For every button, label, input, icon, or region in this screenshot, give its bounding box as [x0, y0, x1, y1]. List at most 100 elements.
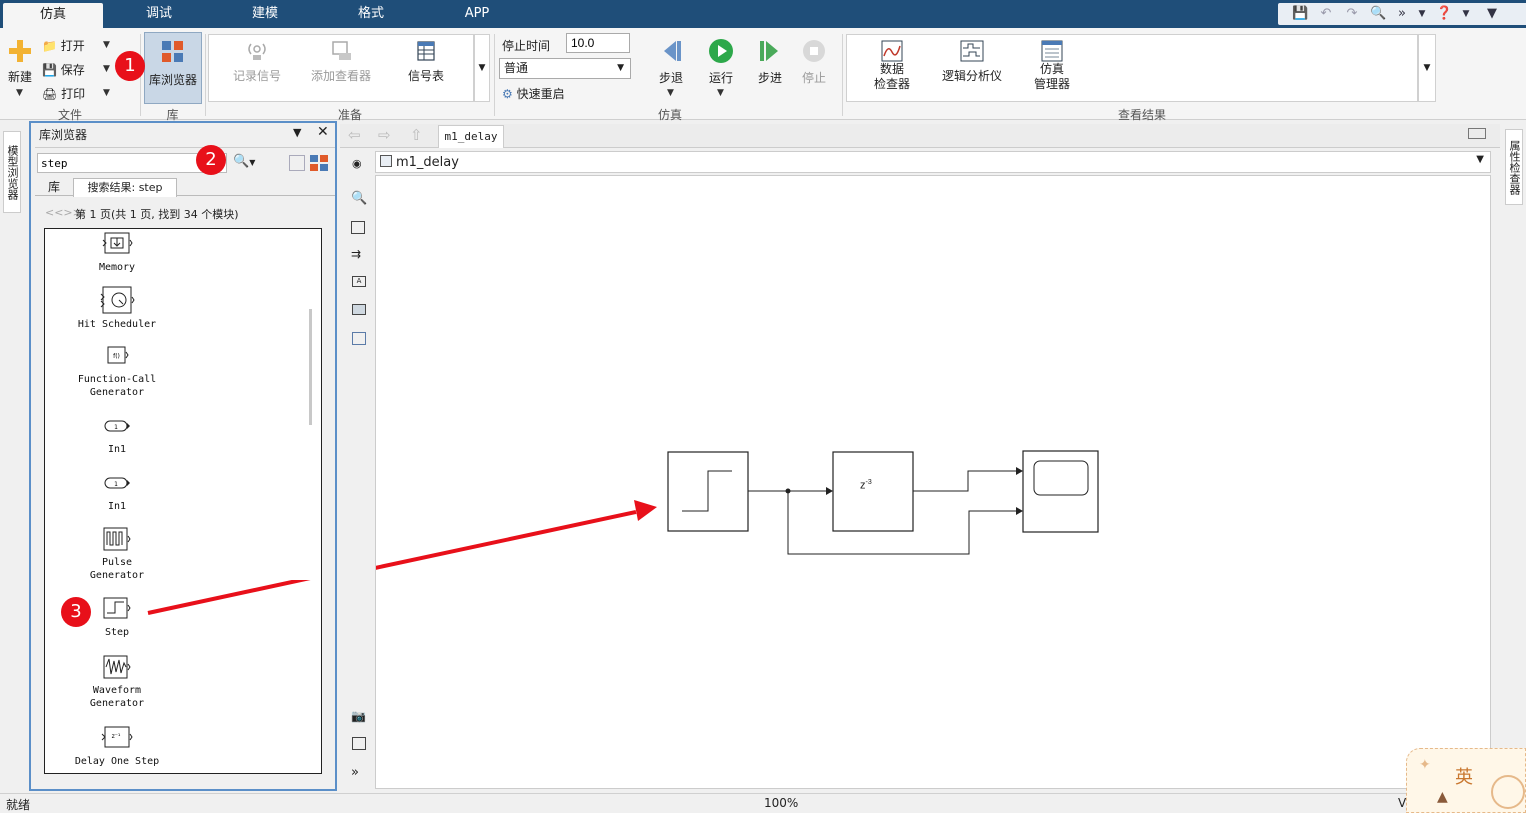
step-back-button[interactable]: 步退 [652, 38, 690, 86]
arrowhead [1016, 467, 1023, 475]
property-inspector-tab[interactable]: 属性检查器 [1505, 129, 1523, 205]
list-item[interactable]: f() Function-Call Generator [65, 345, 169, 399]
stop-button[interactable]: 停止 [795, 38, 833, 86]
chevron-down-icon[interactable]: ▼ [103, 40, 110, 50]
camera-icon[interactable]: 📷 [351, 709, 366, 723]
icon-view-icon[interactable] [309, 154, 329, 172]
new-button[interactable]: 新建 [4, 38, 36, 85]
area-icon[interactable] [352, 332, 366, 345]
annotation-icon[interactable]: A [352, 276, 366, 287]
tab-model[interactable]: m1_delay [438, 125, 504, 148]
stop-time-input[interactable] [566, 33, 630, 53]
model-browser-tab[interactable]: 模型浏览器 [3, 131, 21, 213]
sim-manager-icon [1041, 40, 1063, 62]
signal-table-button[interactable]: 信号表 [398, 40, 454, 84]
step-forward-button[interactable]: 步进 [751, 38, 789, 86]
list-view-icon[interactable] [289, 155, 305, 171]
shortcuts-icon[interactable]: » [1394, 6, 1410, 22]
folder-icon: 📁 [42, 39, 57, 53]
list-item[interactable]: z⁻¹ Delay One Step [65, 725, 169, 768]
save-button[interactable]: 💾 保存 [42, 61, 112, 78]
tab-format[interactable]: 格式 [332, 0, 410, 28]
property-icon[interactable] [352, 737, 366, 750]
search-icon[interactable]: 🔍 [1370, 6, 1386, 22]
block-results-list[interactable]: Memory Hit Scheduler f() Function-Call G… [44, 228, 322, 774]
chevron-down-icon[interactable]: ▼ [1458, 6, 1474, 22]
list-item[interactable]: 1 In1 [65, 419, 169, 456]
expand-palette-icon[interactable]: » [351, 765, 359, 780]
svg-text:1: 1 [114, 424, 118, 431]
scope-screen-icon [1033, 460, 1089, 496]
panel-title: 库浏览器 [39, 128, 88, 142]
chevron-down-icon[interactable]: ▼ [103, 64, 110, 74]
back-arrow-icon[interactable]: ⇦ [348, 126, 361, 144]
tab-modeling[interactable]: 建模 [226, 0, 304, 28]
memory-icon [102, 232, 133, 254]
list-item[interactable]: Pulse Generator [65, 526, 169, 582]
logic-analyzer-button[interactable]: 逻辑分析仪 [938, 40, 1006, 84]
save-icon[interactable]: 💾 [1292, 6, 1308, 22]
add-viewer-button[interactable]: 添加查看器 [304, 40, 378, 84]
tab-library[interactable]: 库 [39, 178, 69, 196]
print-button[interactable]: 🖨 打印 [42, 85, 112, 102]
fit-view-icon[interactable] [351, 221, 365, 234]
annotation-arrow [155, 510, 637, 617]
image-icon[interactable] [352, 304, 366, 315]
gallery-expand-button[interactable]: ▼ [1418, 34, 1436, 102]
chevron-down-icon[interactable]: ▼ [1414, 6, 1430, 22]
collapse-ribbon-icon[interactable]: ▼ [1484, 6, 1500, 22]
search-options-button[interactable]: 🔍▼ [233, 154, 267, 172]
library-browser-button[interactable]: 库浏览器 [144, 32, 202, 104]
list-item[interactable]: 1 In1 [65, 476, 169, 513]
table-icon [417, 41, 435, 61]
simulation-mode-select[interactable]: 普通 ▼ [499, 58, 631, 79]
up-arrow-icon[interactable]: ⇧ [410, 126, 423, 144]
list-item[interactable]: Hit Scheduler [65, 285, 169, 331]
chevron-down-icon[interactable]: ▼ [16, 88, 23, 98]
step-forward-icon [760, 41, 778, 61]
log-signals-button[interactable]: 记录信号 [224, 40, 290, 84]
tab-debug[interactable]: 调试 [120, 0, 198, 28]
waveform-icon [103, 655, 131, 679]
hide-explorer-icon[interactable]: ◉ [352, 157, 362, 170]
data-inspector-button[interactable]: 数据 检查器 [862, 40, 922, 92]
new-icon [9, 40, 31, 62]
viewer-icon [332, 41, 351, 60]
delay-icon: z⁻¹ [101, 726, 133, 748]
delay-label: z-3 [860, 479, 872, 492]
sim-manager-button[interactable]: 仿真 管理器 [1022, 40, 1082, 92]
list-item[interactable]: Waveform Generator [65, 654, 169, 710]
chevron-down-icon[interactable]: ▼ [103, 88, 110, 98]
shirt-icon: ▲ [1437, 789, 1448, 805]
diagram-canvas[interactable]: z-3 [155, 175, 1491, 789]
close-icon[interactable]: ✕ [317, 124, 329, 140]
breadcrumb-model[interactable]: m1_delay [396, 155, 459, 170]
play-icon [709, 39, 733, 63]
redo-icon[interactable]: ↷ [1344, 6, 1360, 22]
open-button[interactable]: 📁 打开 [42, 37, 112, 54]
arrowhead [826, 487, 833, 495]
undo-icon[interactable]: ↶ [1318, 6, 1334, 22]
annotation-badge: 3 [61, 597, 91, 627]
help-icon[interactable]: ❓ [1436, 6, 1452, 22]
gallery-expand-button[interactable]: ▼ [474, 34, 490, 102]
forward-arrow-icon[interactable]: ⇨ [378, 126, 391, 144]
chevron-down-icon[interactable]: ▼ [1476, 154, 1484, 165]
keyboard-icon[interactable] [1468, 128, 1486, 139]
chevron-down-icon[interactable]: ▼ [717, 88, 724, 98]
scrollbar-thumb[interactable] [309, 309, 312, 425]
panel-menu-icon[interactable]: ▼ [293, 126, 301, 139]
run-button[interactable]: 运行 [702, 38, 740, 86]
search-icon: 🔍 [233, 154, 250, 169]
delay-block[interactable] [832, 451, 914, 532]
tab-app[interactable]: APP [438, 0, 516, 28]
tab-simulation[interactable]: 仿真 [3, 3, 103, 28]
hit-scheduler-icon [100, 286, 135, 314]
chevron-down-icon[interactable]: ▼ [667, 88, 674, 98]
fast-restart-toggle[interactable]: ⚙ 快速重启 [502, 85, 565, 102]
zoom-in-icon[interactable]: 🔍 [351, 191, 367, 206]
list-item[interactable]: Memory [65, 231, 169, 274]
arrange-icon[interactable]: ⇉ [351, 247, 361, 261]
signal-line[interactable] [913, 470, 1016, 492]
tab-search-results[interactable]: 搜索结果: step [73, 178, 177, 197]
